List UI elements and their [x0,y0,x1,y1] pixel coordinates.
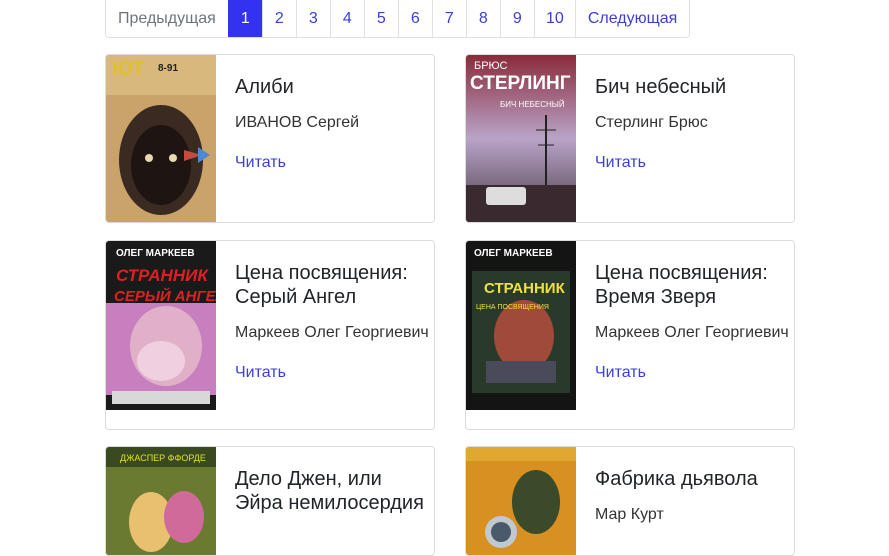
cover-text: ОЛЕГ МАРКЕЕВ [474,248,553,259]
cover-text: ЦЕНА ПОСВЯЩЕНИЯ [476,304,549,311]
book-cover-image[interactable]: ЮТ 8-91 [106,55,216,222]
book-card: ОЛЕГ МАРКЕЕВ СТРАННИК ЦЕНА ПОСВЯЩЕНИЯ Це… [465,240,795,430]
book-title: Алиби [235,76,294,98]
book-cover-image[interactable]: ОЛЕГ МАРКЕЕВ СТРАННИК ЦЕНА ПОСВЯЩЕНИЯ [466,241,576,410]
book-card: ЮТ 8-91 Алиби ИВАНОВ Сергей Читать [105,54,435,223]
book-author: ИВАНОВ Сергей [235,114,360,131]
book-cover-image[interactable]: ОЛЕГ МАРКЕЕВ СТРАННИК СЕРЫЙ АНГЕЛ [106,241,216,410]
cover-text: СТЕРЛИНГ [470,73,571,94]
book-card: ДЖАСПЕР ФФОРДЕ Дело Джен, или Эйра немил… [105,446,435,556]
cover-text: СТРАННИК [484,280,566,297]
cover-text: СТРАННИК [116,266,209,285]
cover-text: БРЮС [474,60,508,72]
read-link[interactable]: Читать [595,364,646,381]
cover-text: ЮТ [112,58,144,80]
page-6-button[interactable]: 6 [397,0,432,37]
read-link[interactable]: Читать [235,364,286,381]
book-author: Маркеев Олег Георгиевич [595,324,789,341]
book-title: Фабрика дьявола [595,468,758,490]
book-title: Бич небесный [595,76,727,98]
book-author: Мар Курт [595,506,664,523]
read-link[interactable]: Читать [235,154,286,171]
next-page-button[interactable]: Следующая [574,0,689,37]
page-2-button[interactable]: 2 [261,0,296,37]
book-title: Цена посвящения: Серый Ангел [235,262,408,308]
page-8-button[interactable]: 8 [465,0,500,37]
page-9-button[interactable]: 9 [499,0,534,37]
book-title: Цена посвящения: Время Зверя [595,262,768,308]
prev-page-button[interactable]: Предыдущая [106,0,228,37]
cover-text: БИЧ НЕБЕСНЫЙ [500,100,565,109]
book-author: Стерлинг Брюс [595,114,708,131]
page-10-button[interactable]: 10 [533,0,575,37]
page-5-button[interactable]: 5 [363,0,398,37]
page-4-button[interactable]: 4 [329,0,364,37]
pagination: Предыдущая 1 2 3 4 5 6 7 8 9 10 Следующа… [105,0,691,38]
book-title: Дело Джен, или Эйра немилосердия [235,468,424,514]
read-link[interactable]: Читать [595,154,646,171]
cover-text: СЕРЫЙ АНГЕЛ [114,287,216,305]
book-card: Фабрика дьявола Мар Курт [465,446,795,556]
book-card: БРЮС СТЕРЛИНГ БИЧ НЕБЕСНЫЙ Бич небесный … [465,54,795,223]
page-1-button[interactable]: 1 [227,0,262,37]
cover-text: ОЛЕГ МАРКЕЕВ [116,248,195,259]
book-cover-image[interactable]: ДЖАСПЕР ФФОРДЕ [106,447,216,555]
book-cover-image[interactable] [466,447,576,555]
book-cover-image[interactable]: БРЮС СТЕРЛИНГ БИЧ НЕБЕСНЫЙ [466,55,576,222]
book-author: Маркеев Олег Георгиевич [235,324,429,341]
cover-text: 8-91 [158,63,178,74]
book-card: ОЛЕГ МАРКЕЕВ СТРАННИК СЕРЫЙ АНГЕЛ Цена п… [105,240,435,430]
page-3-button[interactable]: 3 [295,0,330,37]
cover-text: ДЖАСПЕР ФФОРДЕ [120,453,206,463]
page-7-button[interactable]: 7 [431,0,466,37]
